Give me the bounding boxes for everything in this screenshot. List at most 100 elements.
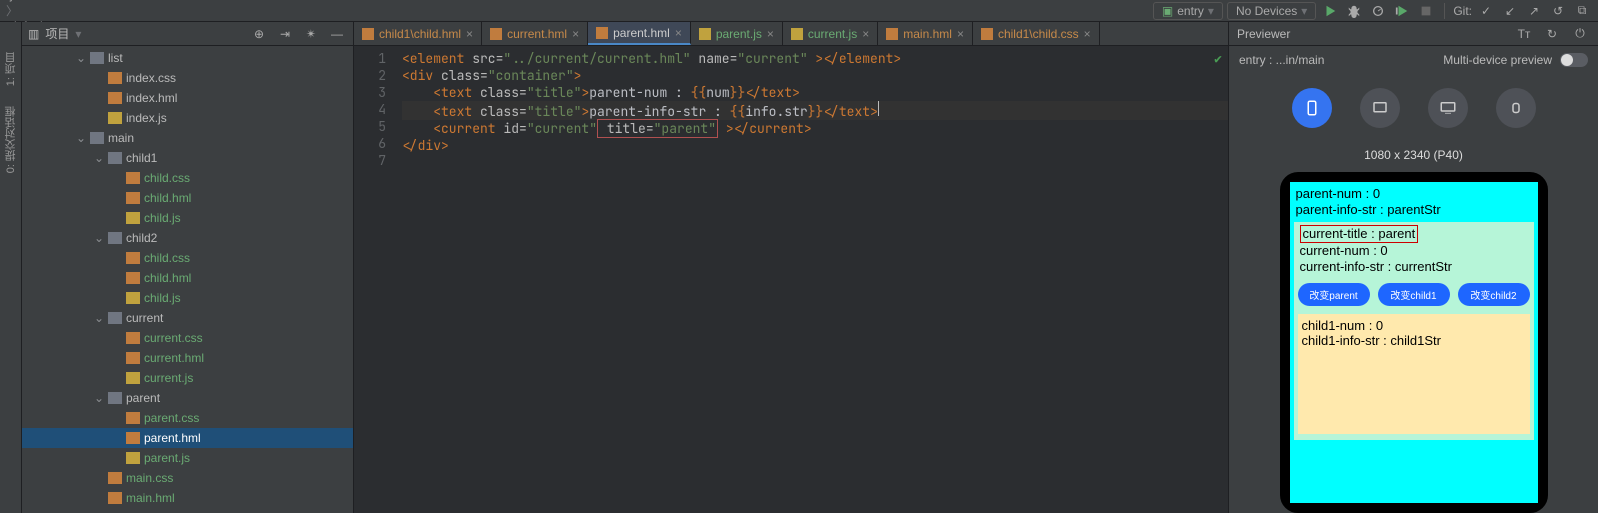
close-tab-icon[interactable]: × — [1084, 27, 1091, 41]
parent-num-text: parent-num : 0 — [1294, 186, 1534, 202]
editor-tab[interactable]: child1\child.hml× — [354, 22, 482, 45]
tree-node[interactable]: main.css — [22, 468, 353, 488]
profiler-button[interactable] — [1368, 1, 1388, 21]
tree-arrow-icon[interactable]: ⌄ — [94, 311, 104, 325]
tree-node-label: index.css — [126, 71, 176, 85]
tree-node-label: main.css — [126, 471, 173, 485]
code-content[interactable]: <element src="../current/current.hml" na… — [394, 46, 1228, 513]
tree-node-label: child.css — [144, 171, 190, 185]
tree-arrow-icon[interactable]: ⌄ — [94, 231, 104, 245]
tree-node[interactable]: ⌄main — [22, 128, 353, 148]
hml-file-icon — [108, 92, 122, 104]
change-child2-button[interactable]: 改变child2 — [1458, 283, 1530, 306]
tree-node-label: child.css — [144, 251, 190, 265]
editor-tabs: child1\child.hml×current.hml× parent.hml ×… — [354, 22, 1228, 46]
tree-node[interactable]: child.js — [22, 288, 353, 308]
change-parent-button[interactable]: 改变parent — [1298, 283, 1370, 306]
tree-node[interactable]: index.css — [22, 68, 353, 88]
search-button[interactable]: ⧉ — [1572, 1, 1592, 21]
tree-node[interactable]: ⌄child1 — [22, 148, 353, 168]
breadcrumb-bar: TestApp〉entry〉src〉main〉js〉default〉pages〉… — [0, 0, 1598, 22]
tree-node[interactable]: child.hml — [22, 188, 353, 208]
chevron-down-icon[interactable]: ▾ — [75, 27, 81, 41]
stop-button[interactable] — [1416, 1, 1436, 21]
commit-toolwindow-tab[interactable]: 0: 提交对话框 — [3, 106, 19, 173]
hml-file-icon — [126, 432, 140, 444]
close-tab-icon[interactable]: × — [572, 27, 579, 41]
tree-node[interactable]: current.js — [22, 368, 353, 388]
refresh-icon[interactable]: ↻ — [1542, 24, 1562, 44]
tree-node[interactable]: index.hml — [22, 88, 353, 108]
inspection-ok-icon: ✔ — [1214, 50, 1222, 67]
close-tab-icon[interactable]: × — [466, 27, 473, 41]
expand-icon[interactable]: ⇥ — [275, 24, 295, 44]
tree-arrow-icon[interactable]: ⌄ — [76, 51, 86, 65]
tree-node[interactable]: ⌄current — [22, 308, 353, 328]
close-tab-icon[interactable]: × — [767, 27, 774, 41]
editor-tab[interactable]: parent.js× — [691, 22, 783, 45]
parent-info-text: parent-info-str : parentStr — [1294, 202, 1534, 218]
change-child1-button[interactable]: 改变child1 — [1378, 283, 1450, 306]
git-pull-button[interactable]: ✓ — [1476, 1, 1496, 21]
close-tab-icon[interactable]: × — [675, 26, 682, 40]
hml-file-icon — [126, 192, 140, 204]
current-num-text: current-num : 0 — [1298, 243, 1530, 259]
multidevice-toggle[interactable] — [1560, 53, 1588, 67]
project-title: 项目 — [45, 25, 69, 42]
tree-node-label: index.js — [126, 111, 167, 125]
module-icon: ▣ — [1162, 4, 1173, 18]
run-config-selector[interactable]: ▣ entry ▾ — [1153, 2, 1223, 20]
phone-device-button[interactable] — [1292, 88, 1332, 128]
debug-button[interactable] — [1344, 1, 1364, 21]
project-toolwindow-tab[interactable]: 1: 项目 — [3, 52, 19, 86]
editor-tab[interactable]: main.hml× — [878, 22, 973, 45]
breadcrumb-segment[interactable]: js — [6, 0, 87, 2]
hml-file-icon — [108, 492, 122, 504]
close-tab-icon[interactable]: × — [957, 27, 964, 41]
git-history-button[interactable]: ↺ — [1548, 1, 1568, 21]
locate-icon[interactable]: ⊕ — [249, 24, 269, 44]
hide-icon[interactable]: — — [327, 24, 347, 44]
close-tab-icon[interactable]: × — [862, 27, 869, 41]
editor-tab-label: current.js — [808, 27, 857, 41]
font-icon[interactable]: Tт — [1514, 24, 1534, 44]
editor-tab[interactable]: parent.hml × — [588, 22, 691, 45]
power-icon[interactable]: ⏻ — [1570, 24, 1590, 44]
tree-node[interactable]: child.js — [22, 208, 353, 228]
tree-node[interactable]: ⌄list — [22, 48, 353, 68]
attach-button[interactable] — [1392, 1, 1412, 21]
code-editor[interactable]: 1234567 <element src="../current/current… — [354, 46, 1228, 513]
tablet-device-button[interactable] — [1360, 88, 1400, 128]
tree-node[interactable]: current.hml — [22, 348, 353, 368]
wearable-device-button[interactable] — [1496, 88, 1536, 128]
tree-node[interactable]: ⌄child2 — [22, 228, 353, 248]
tree-node[interactable]: parent.hml — [22, 428, 353, 448]
css-file-icon — [126, 172, 140, 184]
tree-node[interactable]: index.js — [22, 108, 353, 128]
gear-icon[interactable]: ✴ — [301, 24, 321, 44]
editor-tab[interactable]: current.js × — [783, 22, 878, 45]
tree-node[interactable]: child.css — [22, 248, 353, 268]
tree-node[interactable]: parent.css — [22, 408, 353, 428]
phone-frame: parent-num : 0 parent-info-str : parentS… — [1280, 172, 1548, 513]
tree-arrow-icon[interactable]: ⌄ — [76, 131, 86, 145]
editor-tab[interactable]: current.hml× — [482, 22, 588, 45]
tree-node[interactable]: child.hml — [22, 268, 353, 288]
js-file-icon — [108, 112, 122, 124]
tree-arrow-icon[interactable]: ⌄ — [94, 151, 104, 165]
editor-tab-label: parent.hml — [613, 26, 670, 40]
tree-node[interactable]: current.css — [22, 328, 353, 348]
git-update-button[interactable]: ↗ — [1524, 1, 1544, 21]
tree-node[interactable]: main.hml — [22, 488, 353, 508]
project-tree[interactable]: ⌄listindex.cssindex.hmlindex.js⌄main⌄chi… — [22, 46, 353, 513]
device-selector[interactable]: No Devices ▾ — [1227, 2, 1316, 20]
tree-node[interactable]: child.css — [22, 168, 353, 188]
git-push-button[interactable]: ↙ — [1500, 1, 1520, 21]
tree-node[interactable]: ⌄parent — [22, 388, 353, 408]
tree-node[interactable]: parent.js — [22, 448, 353, 468]
js-file-icon — [126, 212, 140, 224]
editor-tab[interactable]: child1\child.css× — [973, 22, 1100, 45]
tree-arrow-icon[interactable]: ⌄ — [94, 391, 104, 405]
tv-device-button[interactable] — [1428, 88, 1468, 128]
run-button[interactable] — [1320, 1, 1340, 21]
